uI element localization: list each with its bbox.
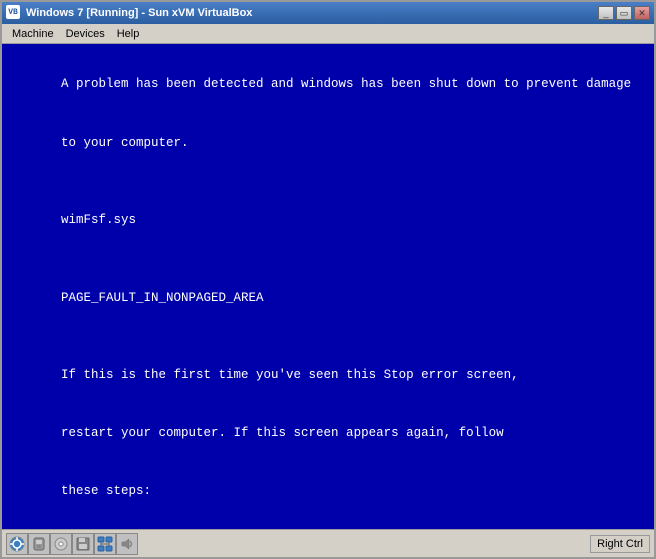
close-button[interactable]: ✕ xyxy=(634,6,650,20)
bsod-screen: A problem has been detected and windows … xyxy=(2,44,654,529)
status-icon-screen[interactable] xyxy=(6,533,28,555)
window-title: Windows 7 [Running] - Sun xVM VirtualBox xyxy=(26,7,598,19)
bsod-line1: A problem has been detected and windows … xyxy=(61,77,631,91)
window-controls: _ ▭ ✕ xyxy=(598,6,650,20)
menu-bar: Machine Devices Help xyxy=(2,24,654,44)
usb-icon xyxy=(31,536,47,552)
status-icon-cd[interactable] xyxy=(50,533,72,555)
virtualbox-window: VB Windows 7 [Running] - Sun xVM Virtual… xyxy=(0,0,656,559)
menu-item-devices[interactable]: Devices xyxy=(60,26,111,42)
right-ctrl-label: Right Ctrl xyxy=(590,535,650,553)
menu-item-machine[interactable]: Machine xyxy=(6,26,60,42)
status-bar: Right Ctrl xyxy=(2,529,654,557)
status-icon-floppy[interactable] xyxy=(72,533,94,555)
minimize-button[interactable]: _ xyxy=(598,6,614,20)
bsod-line8: If this is the first time you've seen th… xyxy=(61,368,519,382)
floppy-icon xyxy=(75,536,91,552)
bsod-line6: PAGE_FAULT_IN_NONPAGED_AREA xyxy=(61,291,264,305)
bsod-content: A problem has been detected and windows … xyxy=(16,56,640,529)
status-icon-network[interactable] xyxy=(94,533,116,555)
screen-icon xyxy=(9,536,25,552)
vbox-logo-text: VB xyxy=(8,8,18,17)
restore-button[interactable]: ▭ xyxy=(616,6,632,20)
menu-item-help[interactable]: Help xyxy=(111,26,146,42)
title-bar: VB Windows 7 [Running] - Sun xVM Virtual… xyxy=(2,2,654,24)
status-right: Right Ctrl xyxy=(586,535,650,553)
bsod-line4: wimFsf.sys xyxy=(61,213,136,227)
cd-icon xyxy=(53,536,69,552)
status-left xyxy=(6,533,138,555)
status-icon-usb[interactable] xyxy=(28,533,50,555)
sound-icon xyxy=(119,536,135,552)
vbox-logo: VB xyxy=(6,5,20,19)
window-icon: VB xyxy=(6,5,22,21)
bsod-line10: these steps: xyxy=(61,484,151,498)
bsod-line2: to your computer. xyxy=(61,136,189,150)
network-icon xyxy=(97,536,113,552)
bsod-line9: restart your computer. If this screen ap… xyxy=(61,426,504,440)
status-icon-sound[interactable] xyxy=(116,533,138,555)
